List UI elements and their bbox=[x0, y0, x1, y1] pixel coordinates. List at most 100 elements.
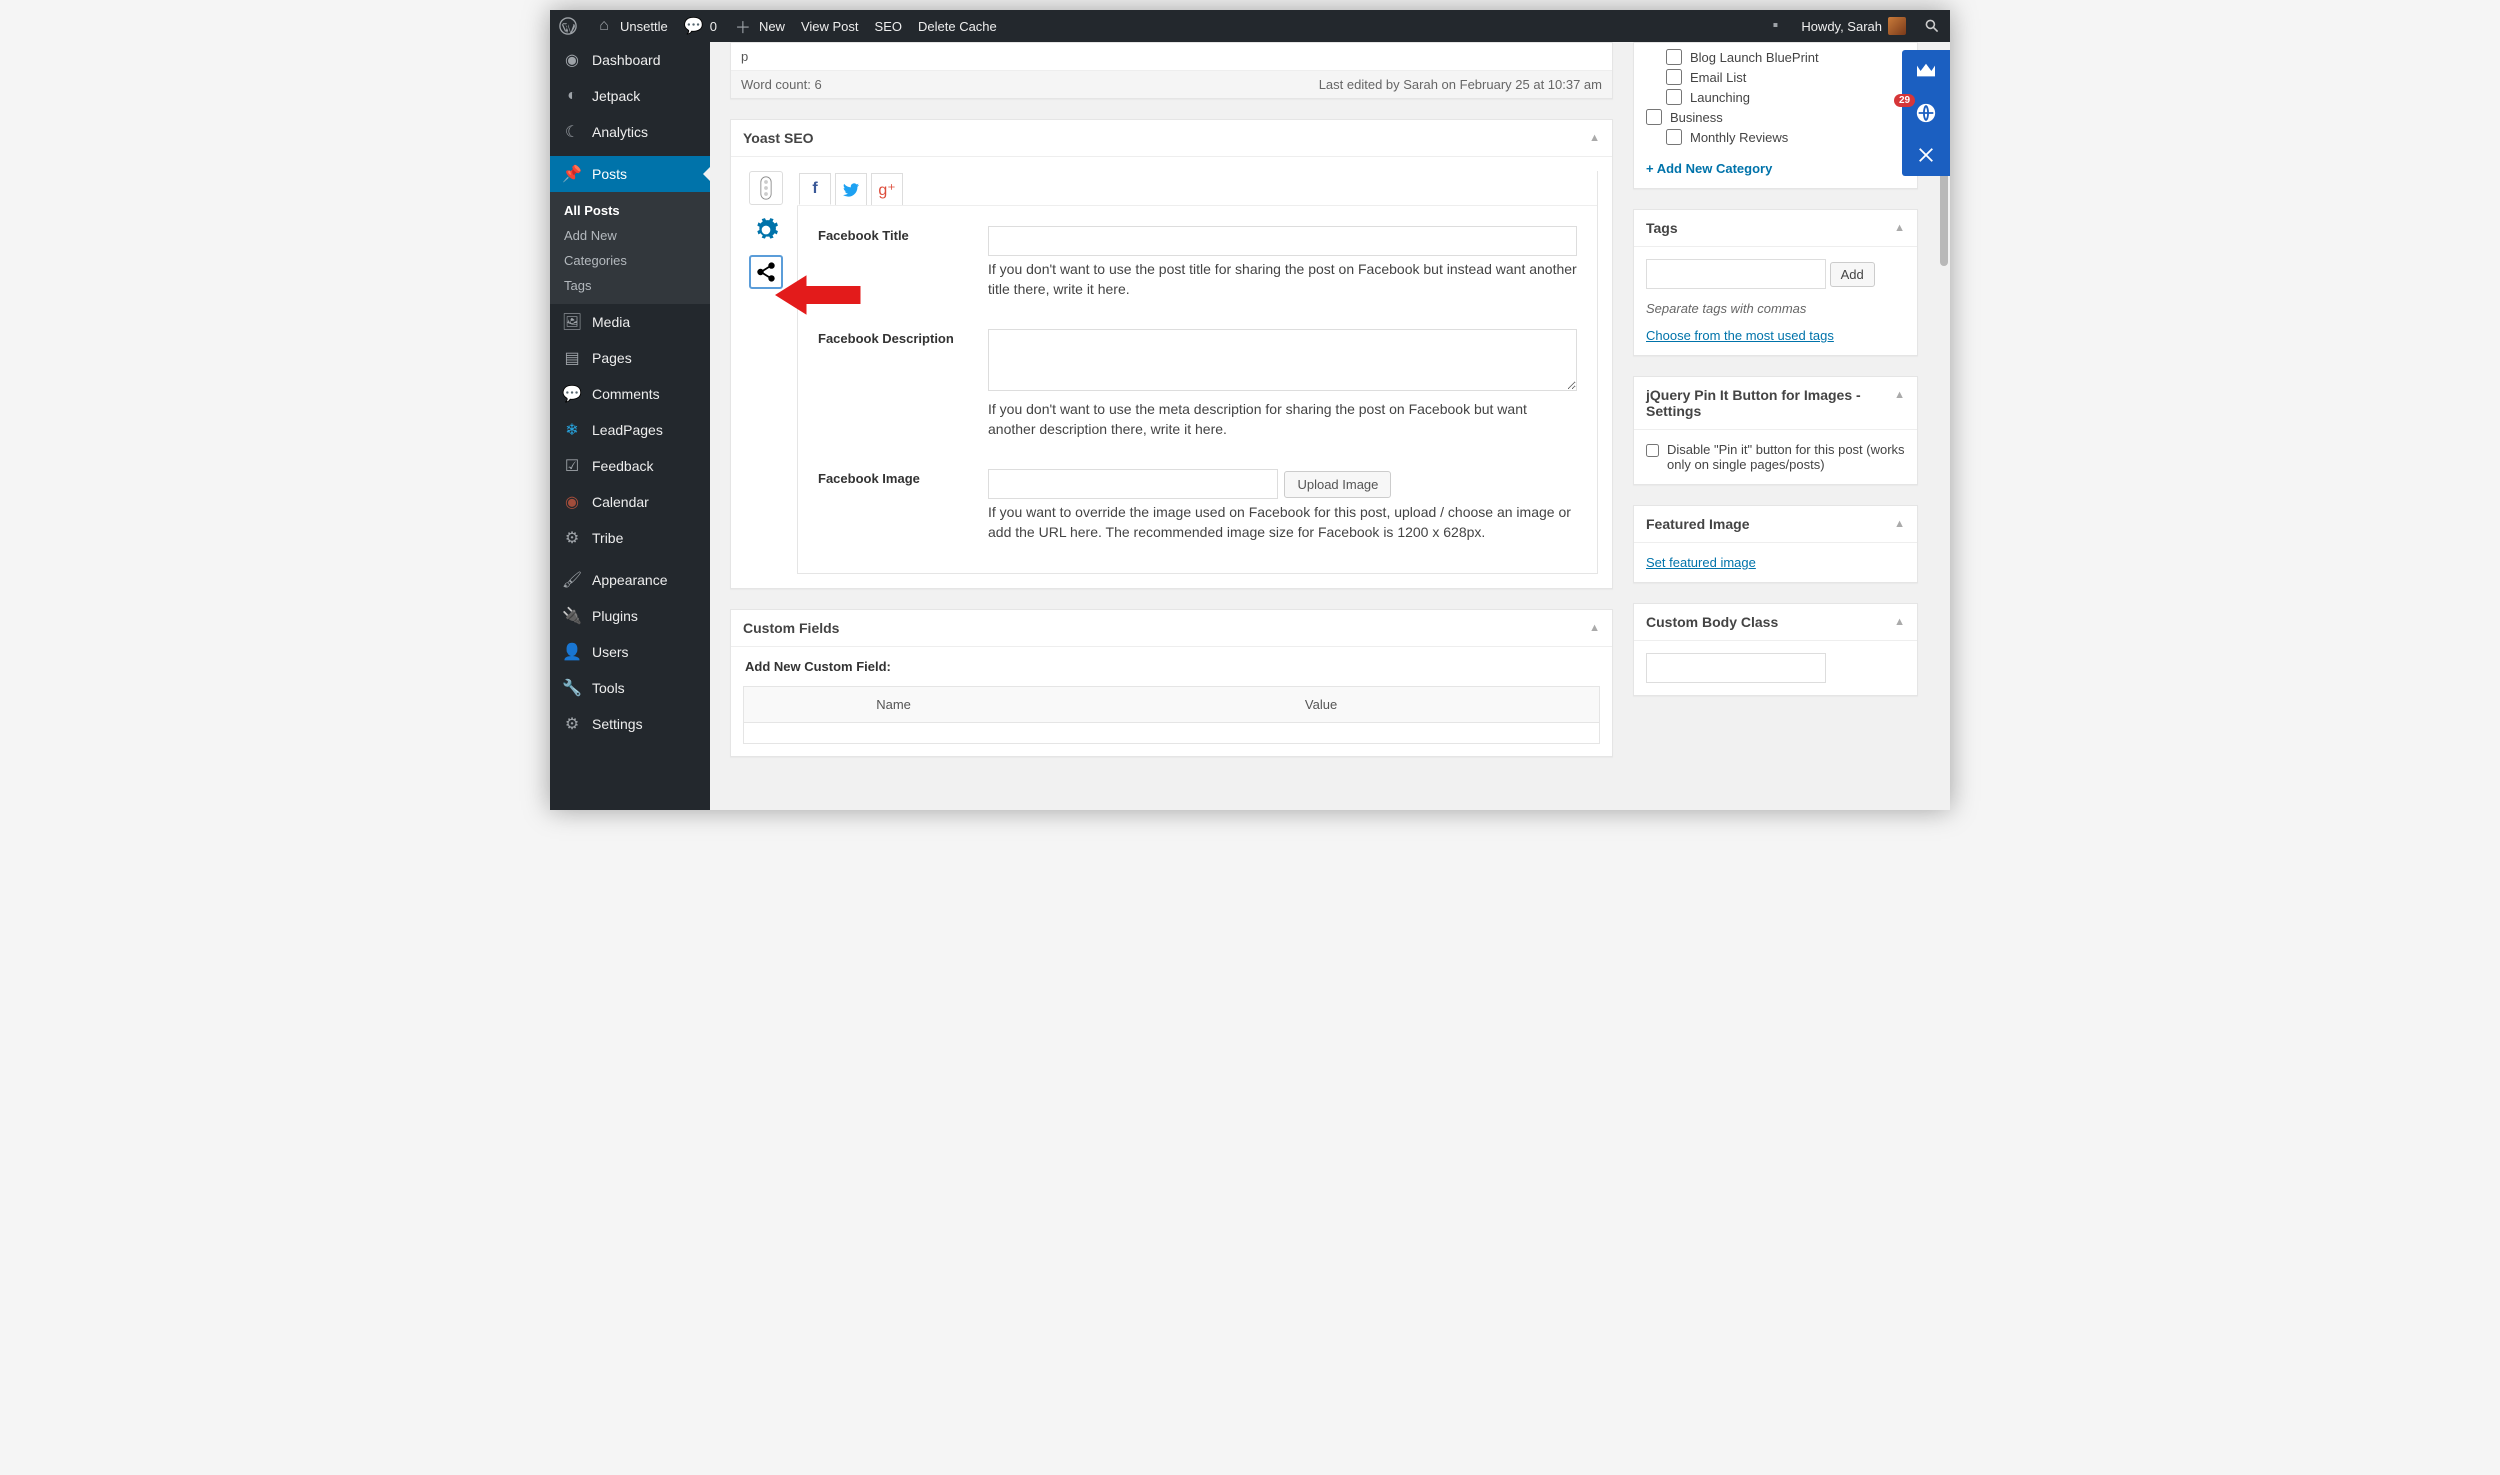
readability-tab[interactable] bbox=[749, 171, 783, 205]
category-item[interactable]: Business bbox=[1646, 107, 1905, 127]
facebook-tab[interactable]: f bbox=[799, 173, 831, 205]
tools-icon: 🔧 bbox=[562, 678, 582, 698]
twitter-tab[interactable] bbox=[835, 173, 867, 205]
posts-submenu: All Posts Add New Categories Tags bbox=[550, 192, 710, 304]
sidebar-item-tribe[interactable]: ⚙Tribe bbox=[550, 520, 710, 556]
search-toggle[interactable] bbox=[1914, 10, 1950, 42]
pages-icon: ▤ bbox=[562, 348, 582, 368]
tags-title: Tags bbox=[1646, 220, 1678, 236]
category-item[interactable]: Launching bbox=[1646, 87, 1905, 107]
collapse-toggle[interactable]: ▲ bbox=[1894, 389, 1905, 401]
notifications-link[interactable]: ▪ bbox=[1757, 10, 1793, 42]
body-class-title: Custom Body Class bbox=[1646, 614, 1778, 630]
choose-tags-link[interactable]: Choose from the most used tags bbox=[1646, 328, 1834, 343]
sidebar-item-pages[interactable]: ▤Pages bbox=[550, 340, 710, 376]
last-edited: Last edited by Sarah on February 25 at 1… bbox=[1319, 77, 1602, 92]
floating-panel: 29 bbox=[1902, 50, 1950, 176]
set-featured-image-link[interactable]: Set featured image bbox=[1646, 555, 1756, 570]
category-checkbox[interactable] bbox=[1666, 129, 1682, 145]
sidebar-item-calendar[interactable]: ◉Calendar bbox=[550, 484, 710, 520]
disable-pinit-checkbox[interactable] bbox=[1646, 444, 1659, 457]
sidebar-item-tools[interactable]: 🔧Tools bbox=[550, 670, 710, 706]
notification-icon: ▪ bbox=[1765, 16, 1785, 36]
submenu-all-posts[interactable]: All Posts bbox=[550, 198, 710, 223]
sidebar-item-feedback[interactable]: ☑Feedback bbox=[550, 448, 710, 484]
wordpress-icon bbox=[558, 16, 578, 36]
crown-button[interactable] bbox=[1902, 50, 1950, 92]
category-checkbox[interactable] bbox=[1666, 89, 1682, 105]
dashboard-icon: ◉ bbox=[562, 50, 582, 70]
disable-pinit-option[interactable]: Disable "Pin it" button for this post (w… bbox=[1646, 442, 1905, 472]
tags-hint: Separate tags with commas bbox=[1646, 301, 1905, 316]
table-row bbox=[744, 722, 1600, 743]
sidebar-item-jetpack[interactable]: ◐Jetpack bbox=[550, 78, 710, 114]
fb-image-help: If you want to override the image used o… bbox=[988, 503, 1577, 542]
plugins-icon: 🔌 bbox=[562, 606, 582, 626]
category-checkbox[interactable] bbox=[1646, 109, 1662, 125]
yoast-seo-metabox: Yoast SEO▲ bbox=[730, 119, 1613, 589]
cf-th-value: Value bbox=[1043, 686, 1599, 722]
new-content-link[interactable]: ＋New bbox=[725, 10, 793, 42]
social-tab[interactable] bbox=[749, 255, 783, 289]
admin-sidebar: ◉Dashboard ◐Jetpack ☾Analytics 📌Posts Al… bbox=[550, 42, 710, 810]
appearance-icon: 🖌 bbox=[562, 570, 582, 590]
close-panel-button[interactable] bbox=[1902, 134, 1950, 176]
category-item[interactable]: Email List bbox=[1646, 67, 1905, 87]
submenu-tags[interactable]: Tags bbox=[550, 273, 710, 298]
submenu-add-new[interactable]: Add New bbox=[550, 223, 710, 248]
sidebar-item-appearance[interactable]: 🖌Appearance bbox=[550, 562, 710, 598]
submenu-categories[interactable]: Categories bbox=[550, 248, 710, 273]
notifications-button[interactable]: 29 bbox=[1902, 92, 1950, 134]
category-item[interactable]: Monthly Reviews bbox=[1646, 127, 1905, 147]
my-account-link[interactable]: Howdy, Sarah bbox=[1793, 10, 1914, 42]
sidebar-item-comments[interactable]: 💬Comments bbox=[550, 376, 710, 412]
media-icon: 🖼 bbox=[562, 312, 582, 332]
comments-link[interactable]: 💬0 bbox=[676, 10, 725, 42]
sidebar-item-dashboard[interactable]: ◉Dashboard bbox=[550, 42, 710, 78]
fb-desc-input[interactable] bbox=[988, 329, 1577, 391]
fb-title-input[interactable] bbox=[988, 226, 1577, 256]
body-class-input[interactable] bbox=[1646, 653, 1826, 683]
fb-image-label: Facebook Image bbox=[818, 469, 988, 542]
wp-logo-menu[interactable] bbox=[550, 10, 586, 42]
comments-count: 0 bbox=[710, 19, 717, 34]
pinit-metabox: jQuery Pin It Button for Images - Settin… bbox=[1633, 376, 1918, 485]
upload-image-button[interactable]: Upload Image bbox=[1284, 471, 1391, 498]
category-item[interactable]: Blog Launch BluePrint bbox=[1646, 47, 1905, 67]
fb-title-help: If you don't want to use the post title … bbox=[988, 260, 1577, 299]
googleplus-tab[interactable]: g⁺ bbox=[871, 173, 903, 205]
word-count: Word count: 6 bbox=[741, 77, 822, 92]
sidebar-item-leadpages[interactable]: ❄LeadPages bbox=[550, 412, 710, 448]
collapse-toggle[interactable]: ▲ bbox=[1589, 622, 1600, 634]
seo-menu[interactable]: SEO bbox=[867, 10, 910, 42]
collapse-toggle[interactable]: ▲ bbox=[1589, 132, 1600, 144]
leadpages-icon: ❄ bbox=[562, 420, 582, 440]
sidebar-item-analytics[interactable]: ☾Analytics bbox=[550, 114, 710, 150]
featured-image-title: Featured Image bbox=[1646, 516, 1749, 532]
category-checkbox[interactable] bbox=[1666, 69, 1682, 85]
sidebar-item-users[interactable]: 👤Users bbox=[550, 634, 710, 670]
site-name: Unsettle bbox=[620, 19, 668, 34]
tags-input[interactable] bbox=[1646, 259, 1826, 289]
view-post-link[interactable]: View Post bbox=[793, 10, 867, 42]
collapse-toggle[interactable]: ▲ bbox=[1894, 222, 1905, 234]
sidebar-item-settings[interactable]: ⚙Settings bbox=[550, 706, 710, 742]
sidebar-item-media[interactable]: 🖼Media bbox=[550, 304, 710, 340]
add-tag-button[interactable]: Add bbox=[1830, 262, 1875, 287]
collapse-toggle[interactable]: ▲ bbox=[1894, 616, 1905, 628]
comment-icon: 💬 bbox=[684, 16, 704, 36]
category-checkbox[interactable] bbox=[1666, 49, 1682, 65]
sidebar-item-posts[interactable]: 📌Posts bbox=[550, 156, 710, 192]
sidebar-item-plugins[interactable]: 🔌Plugins bbox=[550, 598, 710, 634]
add-new-category-link[interactable]: + Add New Category bbox=[1646, 161, 1772, 176]
settings-tab[interactable] bbox=[749, 213, 783, 247]
collapse-toggle[interactable]: ▲ bbox=[1894, 518, 1905, 530]
site-name-link[interactable]: ⌂ Unsettle bbox=[586, 10, 676, 42]
home-icon: ⌂ bbox=[594, 16, 614, 36]
delete-cache-link[interactable]: Delete Cache bbox=[910, 10, 1005, 42]
settings-icon: ⚙ bbox=[562, 714, 582, 734]
fb-title-label: Facebook Title bbox=[818, 226, 988, 299]
custom-fields-metabox: Custom Fields▲ Add New Custom Field: Nam… bbox=[730, 609, 1613, 757]
fb-image-input[interactable] bbox=[988, 469, 1278, 499]
pin-icon: 📌 bbox=[562, 164, 582, 184]
